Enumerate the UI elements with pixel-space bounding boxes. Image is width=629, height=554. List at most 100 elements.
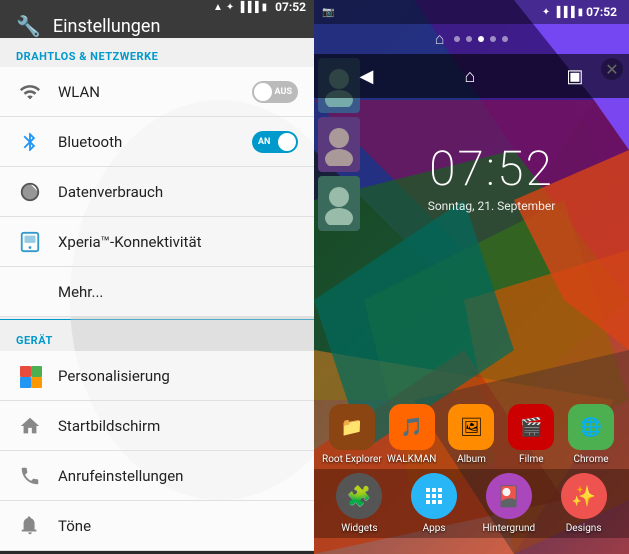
root-explorer-icon: 📁 <box>329 404 375 450</box>
hintergrund-icon: 🎴 <box>486 473 532 519</box>
settings-item-xperia[interactable]: Xperia™-Konnektivität <box>0 217 314 267</box>
settings-panel: ▲ ✦ ▐▐▐ ▮ 07:52 🔧 Einstellungen DRAHTLOS… <box>0 0 314 554</box>
settings-title: Einstellungen <box>53 16 160 37</box>
clock-date: Sonntag, 21. September <box>374 199 609 213</box>
calls-icon <box>16 462 44 490</box>
tone-icon <box>16 512 44 540</box>
signal-status-right-icon: ▐▐▐ <box>553 7 574 18</box>
xperia-icon <box>16 228 44 256</box>
xperia-label: Xperia™-Konnektivität <box>58 233 298 251</box>
settings-wrench-icon: 🔧 <box>16 14 41 38</box>
bt-status-icon: ✦ <box>226 2 234 13</box>
section-header-device: GERÄT <box>0 322 314 351</box>
wlan-toggle-knob <box>254 83 272 101</box>
settings-item-data[interactable]: Datenverbrauch <box>0 167 314 217</box>
dot-5 <box>502 36 508 42</box>
chrome-icon: 🌐 <box>568 404 614 450</box>
app-item-album[interactable]: 🖼 Album <box>442 404 502 465</box>
clock-time: 07:52 <box>374 140 609 197</box>
app-item-designs[interactable]: ✨ Designs <box>554 473 614 534</box>
wifi-status-icon: ▲ <box>213 2 223 13</box>
home-top-icon: ⌂ <box>435 29 445 49</box>
walkman-icon: 🎵 <box>389 404 435 450</box>
wlan-toggle[interactable]: AUS <box>252 81 298 103</box>
data-usage-icon <box>16 178 44 206</box>
album-label: Album <box>457 454 486 465</box>
status-time-right: 07:52 <box>586 5 617 19</box>
status-bar-left: ▲ ✦ ▐▐▐ ▮ 07:52 <box>0 0 314 14</box>
widgets-label: Widgets <box>341 523 377 534</box>
apps-icon <box>411 473 457 519</box>
filme-label: Filme <box>519 454 543 465</box>
more-label: Mehr... <box>58 283 298 301</box>
settings-item-wlan[interactable]: WLAN AUS <box>0 67 314 117</box>
settings-item-tone[interactable]: Töne <box>0 501 314 551</box>
app-item-widgets[interactable]: 🧩 Widgets <box>329 473 389 534</box>
personalization-icon <box>16 362 44 390</box>
app-item-apps[interactable]: Apps <box>404 473 464 534</box>
root-explorer-label: Root Explorer <box>322 454 382 465</box>
app-item-hintergrund[interactable]: 🎴 Hintergrund <box>479 473 539 534</box>
settings-item-homescreen[interactable]: Startbildschirm <box>0 401 314 451</box>
calls-label: Anrufeinstellungen <box>58 467 298 485</box>
filme-icon: 🎬 <box>508 404 554 450</box>
app-item-root-explorer[interactable]: 📁 Root Explorer <box>322 404 382 465</box>
designs-label: Designs <box>566 523 602 534</box>
wlan-toggle-label: AUS <box>275 87 292 97</box>
battery-status-right-icon: ▮ <box>578 7 584 18</box>
homescreen-icon <box>16 412 44 440</box>
back-button-right[interactable]: ◀ <box>340 58 394 95</box>
bluetooth-label: Bluetooth <box>58 133 238 151</box>
status-time-left: 07:52 <box>275 0 306 14</box>
apps-row-main: 📁 Root Explorer 🎵 WALKMAN 🖼 Album 🎬 <box>314 400 629 469</box>
section-header-network: DRAHTLOS & NETZWERKE <box>0 38 314 67</box>
homescreen-label: Startbildschirm <box>58 417 298 435</box>
album-icon: 🖼 <box>448 404 494 450</box>
dots-indicator <box>454 36 508 42</box>
settings-item-bluetooth[interactable]: Bluetooth AN <box>0 117 314 167</box>
settings-header: 🔧 Einstellungen <box>0 14 314 38</box>
notification-bar: ⌂ <box>314 24 629 54</box>
dot-4 <box>490 36 496 42</box>
more-placeholder-icon <box>16 278 44 306</box>
bluetooth-toggle-knob <box>278 133 296 151</box>
battery-status-icon: ▮ <box>262 2 268 13</box>
chrome-label: Chrome <box>574 454 609 465</box>
recent-button-right[interactable]: ▣ <box>546 58 603 95</box>
data-label: Datenverbrauch <box>58 183 298 201</box>
bluetooth-toggle[interactable]: AN <box>252 131 298 153</box>
signal-status-icon: ▐▐▐ <box>237 2 258 13</box>
settings-list: DRAHTLOS & NETZWERKE WLAN AUS Bluetooth <box>0 38 314 551</box>
walkman-label: WALKMAN <box>387 454 436 465</box>
designs-icon: ✨ <box>561 473 607 519</box>
wlan-icon <box>16 78 44 106</box>
home-button-right[interactable]: ⌂ <box>444 58 495 95</box>
settings-item-personalization[interactable]: Personalisierung <box>0 351 314 401</box>
dot-1 <box>454 36 460 42</box>
status-icons-left: ▲ ✦ ▐▐▐ ▮ <box>213 2 267 13</box>
apps-label: Apps <box>423 523 446 534</box>
side-app-icon-2[interactable] <box>318 117 360 172</box>
app-item-filme[interactable]: 🎬 Filme <box>501 404 561 465</box>
bluetooth-icon <box>16 128 44 156</box>
apps-dock: 📁 Root Explorer 🎵 WALKMAN 🖼 Album 🎬 <box>314 400 629 510</box>
bluetooth-toggle-label: AN <box>258 137 270 147</box>
widgets-icon: 🧩 <box>336 473 382 519</box>
status-bar-right: 📷 ✦ ▐▐▐ ▮ 07:52 <box>314 0 629 24</box>
bottom-apps-row: 🧩 Widgets Apps 🎴 Hintergrund <box>314 469 629 538</box>
dot-2 <box>466 36 472 42</box>
app-item-walkman[interactable]: 🎵 WALKMAN <box>382 404 442 465</box>
dot-3 <box>478 36 484 42</box>
settings-item-more[interactable]: Mehr... <box>0 267 314 317</box>
bt-status-right-icon: ✦ <box>542 7 550 18</box>
nav-bar-right: ◀ ⌂ ▣ <box>314 54 629 98</box>
app-item-chrome[interactable]: 🌐 Chrome <box>561 404 621 465</box>
wlan-label: WLAN <box>58 83 238 101</box>
home-screen-panel: 📷 ✦ ▐▐▐ ▮ 07:52 ⌂ ✕ <box>314 0 629 554</box>
hintergrund-label: Hintergrund <box>483 523 536 534</box>
settings-item-calls[interactable]: Anrufeinstellungen <box>0 451 314 501</box>
clock-widget: 07:52 Sonntag, 21. September <box>374 140 609 213</box>
side-app-icon-3[interactable] <box>318 176 360 231</box>
tone-label: Töne <box>58 517 298 535</box>
section-divider <box>0 319 314 320</box>
